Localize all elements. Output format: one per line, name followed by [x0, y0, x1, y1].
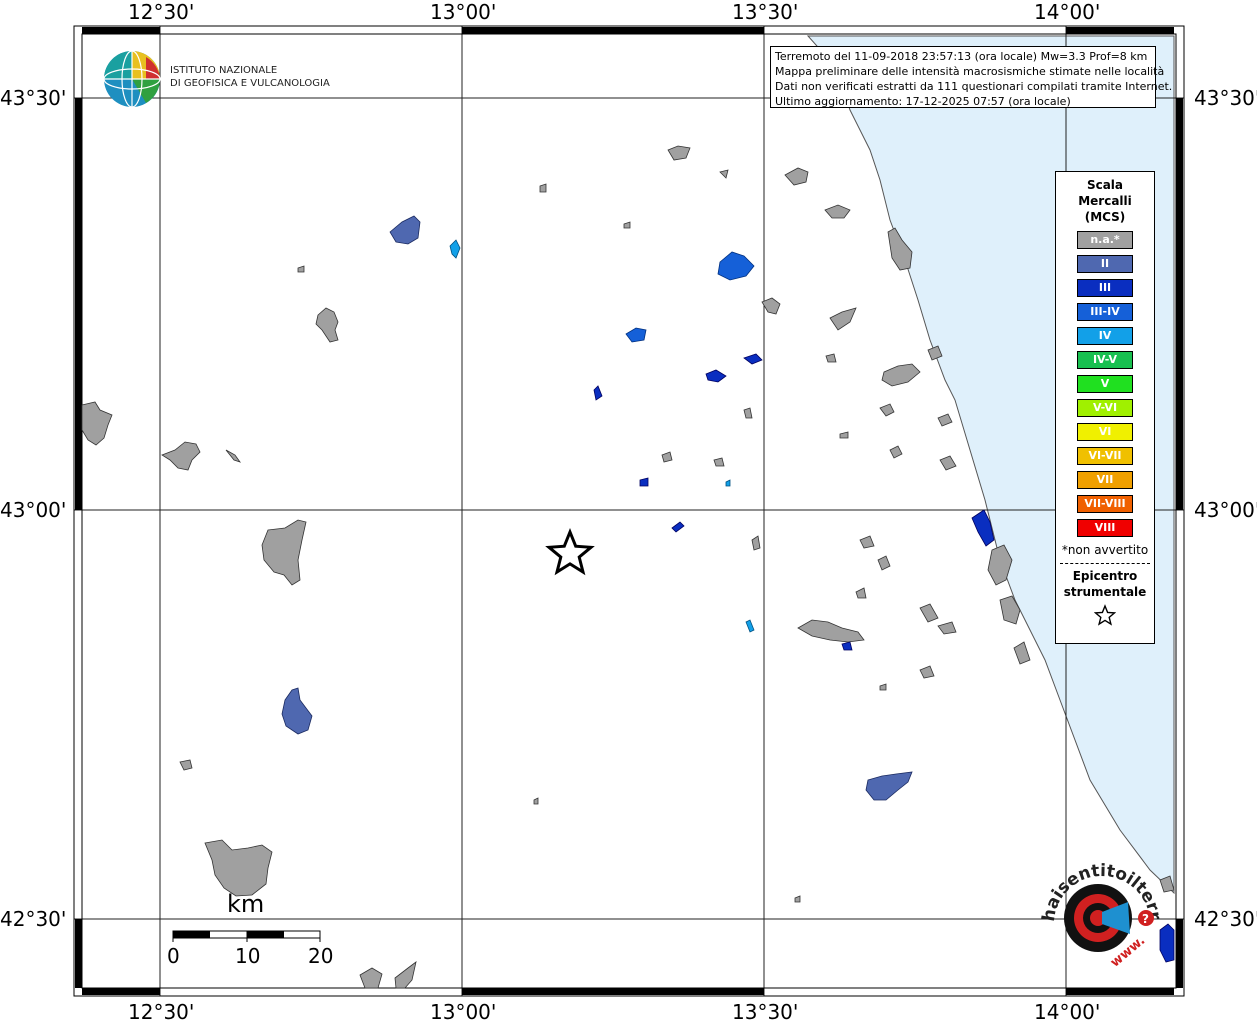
lat-label-right-4330: 43°30'	[1194, 86, 1257, 110]
legend-item-1: II	[1077, 255, 1133, 273]
event-info-line2: Mappa preliminare delle intensità macros…	[775, 65, 1165, 78]
event-info-box: Terremoto del 11-09-2018 23:57:13 (ora l…	[770, 46, 1173, 108]
lat-label-left-4300: 43°00'	[0, 498, 67, 522]
lon-label-top-1400: 14°00'	[1034, 0, 1101, 24]
legend-items: n.a.* II III III-IV IV IV-V V V-VI VI VI-VII VII VI…	[1056, 231, 1154, 537]
legend-divider	[1060, 563, 1150, 564]
legend-item-6: V	[1077, 375, 1133, 393]
lon-label-bottom-1300: 13°00'	[430, 1000, 497, 1024]
lon-label-bottom-1330: 13°30'	[732, 1000, 799, 1024]
legend-item-9: VI-VII	[1077, 447, 1133, 465]
lon-label-top-1230: 12°30'	[128, 0, 195, 24]
haisentito-logo: haisentitoilterremoto.it ? www.	[1040, 862, 1162, 971]
ingv-globe-logo	[103, 50, 161, 108]
lon-label-bottom-1230: 12°30'	[128, 1000, 195, 1024]
scale-tick-0: 0	[167, 944, 180, 968]
event-info-line1: Terremoto del 11-09-2018 23:57:13 (ora l…	[775, 50, 1148, 63]
legend-item-8: VI	[1077, 423, 1133, 441]
event-info-line4: Ultimo aggiornamento: 17-12-2025 07:57 (…	[775, 95, 1071, 108]
lat-label-right-4300: 43°00'	[1194, 498, 1257, 522]
epicenter-star	[545, 527, 595, 576]
lat-label-right-4230: 42°30'	[1194, 907, 1257, 931]
legend-item-2: III	[1077, 279, 1133, 297]
mcs-legend: Scala Mercalli (MCS) n.a.* II III III-IV IV I…	[1055, 171, 1155, 644]
legend-item-5: IV-V	[1077, 351, 1133, 369]
legend-item-10: VII	[1077, 471, 1133, 489]
scale-bar	[172, 930, 321, 942]
legend-item-12: VIII	[1077, 519, 1133, 537]
scale-unit-label: km	[227, 890, 265, 918]
svg-text:?: ?	[1142, 912, 1149, 926]
institute-name: ISTITUTO NAZIONALE DI GEOFISICA E VULCAN…	[170, 64, 330, 90]
lat-label-left-4230: 42°30'	[0, 907, 67, 931]
legend-epicenter-line1: Epicentro	[1072, 569, 1138, 583]
legend-epicenter-label: Epicentro strumentale	[1056, 568, 1154, 600]
institute-name-line1: ISTITUTO NAZIONALE	[170, 65, 278, 76]
legend-item-4: IV	[1077, 327, 1133, 345]
intensity-IV-localities	[449, 239, 755, 633]
lat-label-left-4330: 43°30'	[0, 86, 67, 110]
intensity-IIIIV-localities	[625, 251, 755, 343]
scale-tick-10: 10	[235, 944, 261, 968]
legend-item-0: n.a.*	[1077, 231, 1133, 249]
event-info-line3: Dati non verificati estratti da 111 ques…	[775, 80, 1173, 93]
legend-item-3: III-IV	[1077, 303, 1133, 321]
lon-label-bottom-1400: 14°00'	[1034, 1000, 1101, 1024]
legend-title-line1: Scala	[1086, 178, 1124, 192]
scale-tick-20: 20	[308, 944, 334, 968]
legend-note: *non avvertito	[1061, 543, 1149, 557]
legend-item-7: V-VI	[1077, 399, 1133, 417]
lon-label-top-1330: 13°30'	[732, 0, 799, 24]
legend-epicenter-line2: strumentale	[1063, 585, 1147, 599]
legend-star-icon	[1093, 604, 1117, 626]
lon-label-top-1300: 13°00'	[430, 0, 497, 24]
intensity-II-localities	[281, 215, 913, 801]
institute-name-line2: DI GEOFISICA E VULCANOLOGIA	[170, 78, 330, 89]
legend-title-line2: Mercalli	[1078, 194, 1132, 208]
legend-title: Scala Mercalli (MCS)	[1056, 177, 1154, 225]
legend-title-line3: (MCS)	[1084, 210, 1126, 224]
legend-item-11: VII-VIII	[1077, 495, 1133, 513]
